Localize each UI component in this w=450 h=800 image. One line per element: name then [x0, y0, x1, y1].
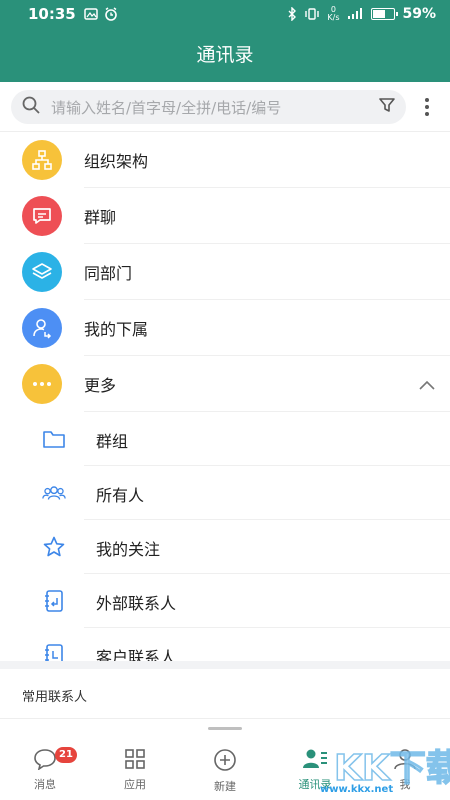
row-same-department[interactable]: 同部门 — [0, 244, 450, 300]
sub-item-groups[interactable]: 群组 — [0, 412, 450, 466]
search-icon — [21, 95, 41, 119]
tab-new[interactable]: 新建 — [180, 740, 270, 800]
alarm-icon — [104, 7, 118, 21]
contact-categories: 组织架构 群聊 同部门 我的下属 更多 群组 所有人 我的关注 外部联系人 客户… — [0, 132, 450, 682]
sub-item-label: 群组 — [96, 432, 129, 451]
row-label: 同部门 — [84, 264, 133, 283]
search-placeholder: 请输入姓名/首字母/全拼/电话/编号 — [51, 98, 282, 117]
row-subordinates[interactable]: 我的下属 — [0, 300, 450, 356]
org-chart-icon — [22, 140, 62, 180]
more-options-icon[interactable] — [420, 96, 434, 118]
tab-messages[interactable]: 21 消息 — [0, 740, 90, 800]
sub-item-label: 外部联系人 — [96, 594, 177, 613]
row-label: 更多 — [84, 376, 117, 395]
unread-badge: 21 — [55, 747, 77, 763]
divider — [0, 718, 450, 719]
sub-item-customer-contacts[interactable]: 客户联系人 — [0, 628, 450, 682]
watermark-url: www.kkx.net — [320, 784, 394, 795]
tab-label: 新建 — [214, 780, 236, 793]
add-circle-icon — [213, 748, 237, 776]
tab-label: 应用 — [124, 778, 146, 791]
layers-icon — [22, 252, 62, 292]
people-icon — [42, 481, 66, 505]
section-divider — [0, 661, 450, 669]
star-icon — [42, 535, 66, 559]
header: 10:35 0 K/s 59% 通讯录 — [0, 0, 450, 82]
tab-label: 消息 — [34, 778, 56, 791]
sub-item-following[interactable]: 我的关注 — [0, 520, 450, 574]
chevron-up-icon[interactable] — [418, 376, 436, 395]
battery-percent: 59% — [402, 6, 436, 22]
subordinate-icon — [22, 308, 62, 348]
row-label: 组织架构 — [84, 152, 149, 171]
row-group-chat[interactable]: 群聊 — [0, 188, 450, 244]
vibrate-icon — [304, 8, 320, 20]
more-dots-icon — [22, 364, 62, 404]
folder-icon — [42, 427, 66, 451]
row-more[interactable]: 更多 — [0, 356, 450, 412]
chat-icon — [22, 196, 62, 236]
net-speed: 0 K/s — [327, 5, 340, 22]
row-label: 群聊 — [84, 208, 117, 227]
drag-handle[interactable] — [208, 727, 242, 730]
sub-item-external-contacts[interactable]: 外部联系人 — [0, 574, 450, 628]
search-input[interactable]: 请输入姓名/首字母/全拼/电话/编号 — [11, 90, 406, 124]
filter-icon[interactable] — [378, 96, 396, 118]
frequent-contacts-title: 常用联系人 — [22, 690, 88, 705]
tab-apps[interactable]: 应用 — [90, 740, 180, 800]
search-bar: 请输入姓名/首字母/全拼/电话/编号 — [0, 82, 450, 132]
bluetooth-icon — [287, 7, 297, 21]
status-time: 10:35 — [28, 5, 76, 23]
sub-item-label: 所有人 — [96, 486, 145, 505]
status-bar: 10:35 0 K/s 59% — [0, 0, 450, 28]
svg-text:KK下载: KK下载 — [334, 748, 450, 788]
external-contact-icon — [42, 589, 66, 613]
row-organization[interactable]: 组织架构 — [0, 132, 450, 188]
signal-icon — [346, 8, 364, 20]
battery-icon — [371, 8, 399, 20]
row-label: 我的下属 — [84, 320, 149, 339]
page-title: 通讯录 — [196, 44, 254, 66]
image-notification-icon — [84, 8, 98, 20]
apps-icon — [124, 748, 146, 774]
contacts-icon — [302, 748, 328, 774]
sub-item-label: 我的关注 — [96, 540, 161, 559]
message-icon — [33, 748, 57, 774]
sub-item-everyone[interactable]: 所有人 — [0, 466, 450, 520]
